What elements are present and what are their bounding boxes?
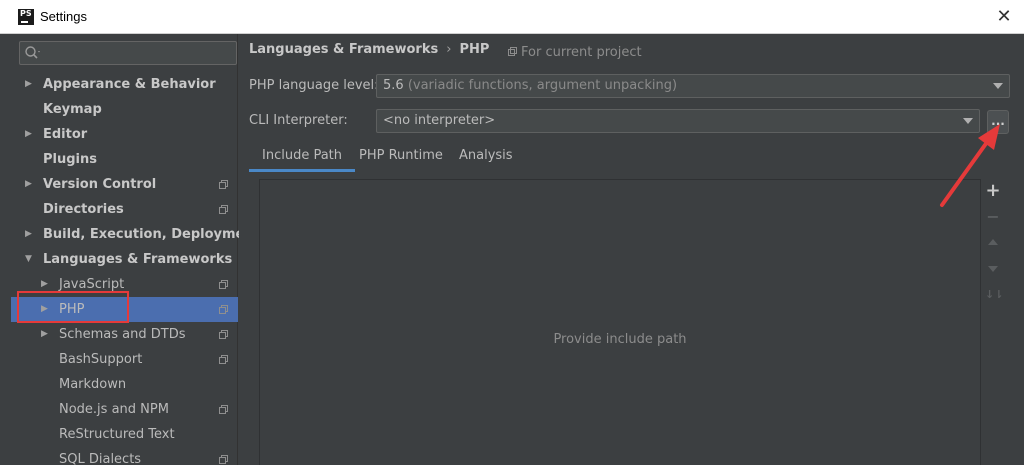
project-scope-icon (219, 205, 228, 214)
sidebar-item-label: BashSupport (59, 352, 143, 367)
sidebar-item-build-execution-deployment[interactable]: ▶ Build, Execution, Deployment (11, 222, 260, 247)
phpstorm-app-icon: PS (18, 9, 34, 25)
sidebar-item-label: Schemas and DTDs (59, 327, 186, 342)
project-scope-icon (219, 330, 228, 339)
sidebar-item-label: JavaScript (59, 277, 125, 292)
sidebar-item-javascript[interactable]: ▶ JavaScript (11, 272, 238, 297)
browse-interpreter-button[interactable]: ... (987, 110, 1009, 134)
sidebar-item-version-control[interactable]: ▶ Version Control (11, 172, 238, 197)
sidebar-item-label: Markdown (59, 377, 127, 392)
sidebar-item-sql-dialects[interactable]: SQL Dialects (11, 447, 238, 465)
breadcrumb-current: PHP (459, 42, 490, 57)
sidebar-item-directories[interactable]: Directories (11, 197, 238, 222)
collapsed-arrow-icon[interactable]: ▶ (25, 172, 37, 197)
tab-include-path[interactable]: Include Path (249, 144, 356, 172)
sidebar-item-schemas-and-dtds[interactable]: ▶ Schemas and DTDs (11, 322, 238, 347)
sidebar-item-appearance-behavior[interactable]: ▶ Appearance & Behavior (11, 72, 238, 97)
sidebar-item-label: Version Control (43, 177, 157, 192)
project-scope-icon (219, 280, 228, 289)
php-version-description: (variadic functions, argument unpacking) (407, 78, 678, 93)
sidebar-item-label: Keymap (43, 102, 102, 117)
project-scope-icon (219, 455, 228, 464)
sidebar-item-label: Directories (43, 202, 124, 217)
sidebar-item-php[interactable]: ▶ PHP (11, 297, 238, 322)
cli-interpreter-dropdown[interactable]: <no interpreter> (376, 109, 980, 133)
sidebar-item-restructured-text[interactable]: ReStructured Text (11, 422, 238, 447)
expanded-arrow-icon[interactable]: ▼ (25, 247, 37, 272)
sidebar-item-label: ReStructured Text (59, 427, 175, 442)
sidebar-item-label: Appearance & Behavior (43, 77, 216, 92)
sidebar-item-plugins[interactable]: Plugins (11, 147, 238, 172)
include-path-empty-text: Provide include path (553, 332, 687, 347)
sidebar-item-bashsupport[interactable]: BashSupport (11, 347, 238, 372)
cli-interpreter-label: CLI Interpreter: (249, 113, 348, 128)
tab-php-runtime[interactable]: PHP Runtime (346, 144, 456, 172)
collapsed-arrow-icon[interactable]: ▶ (25, 72, 37, 97)
project-scope-icon (219, 180, 228, 189)
breadcrumb-separator: › (446, 42, 452, 57)
tab-analysis[interactable]: Analysis (446, 144, 526, 172)
plus-icon[interactable]: + (985, 182, 1001, 200)
sidebar-item-node-js-and-npm[interactable]: Node.js and NPM (11, 397, 238, 422)
php-version: 5.6 (383, 78, 404, 93)
move-up-icon[interactable] (985, 235, 1001, 251)
sidebar-item-label: SQL Dialects (59, 452, 142, 465)
php-language-level-value: 5.6 (variadic functions, argument unpack… (383, 78, 677, 93)
project-scope-icon (508, 47, 517, 56)
minus-icon[interactable]: − (985, 209, 1001, 225)
sort-icon[interactable]: ↓⇂ (985, 287, 1003, 303)
sidebar-item-editor[interactable]: ▶ Editor (11, 122, 238, 147)
php-language-level-label: PHP language level: (249, 78, 379, 93)
collapsed-arrow-icon[interactable]: ▶ (25, 222, 37, 247)
sidebar-item-label: Build, Execution, Deployment (43, 227, 260, 242)
for-current-project-note: For current project (508, 45, 642, 60)
search-icon (24, 45, 44, 61)
settings-tree: ▶ Appearance & Behavior Keymap ▶ Editor Plugi… (11, 72, 260, 465)
move-down-icon[interactable] (985, 261, 1001, 277)
window-titlebar: PS Settings ✕ (0, 0, 1024, 34)
for-current-project-label: For current project (521, 45, 642, 60)
php-language-level-dropdown[interactable]: 5.6 (variadic functions, argument unpack… (376, 74, 1010, 98)
sidebar-item-label: Languages & Frameworks (43, 252, 233, 267)
chevron-down-icon (993, 83, 1003, 89)
settings-sidebar: ▶ Appearance & Behavior Keymap ▶ Editor Plugi… (11, 34, 260, 465)
sidebar-item-label: PHP (59, 302, 85, 317)
php-settings-panel: Languages & Frameworks › PHP For current p… (239, 34, 1024, 465)
chevron-down-icon (963, 118, 973, 124)
project-scope-icon (219, 355, 228, 364)
settings-search-input[interactable] (46, 44, 232, 62)
project-scope-icon (219, 405, 228, 414)
collapsed-arrow-icon[interactable]: ▶ (41, 297, 53, 322)
settings-search-box[interactable] (19, 41, 237, 65)
sidebar-item-label: Plugins (43, 152, 97, 167)
sidebar-item-label: Editor (43, 127, 88, 142)
breadcrumb: Languages & Frameworks › PHP (249, 42, 489, 57)
window-title: Settings (40, 9, 87, 24)
sidebar-item-label: Node.js and NPM (59, 402, 169, 417)
sidebar-item-markdown[interactable]: Markdown (11, 372, 238, 397)
close-window-button[interactable]: ✕ (992, 5, 1016, 29)
cli-interpreter-value: <no interpreter> (383, 113, 496, 128)
project-scope-icon (219, 305, 228, 314)
collapsed-arrow-icon[interactable]: ▶ (41, 322, 53, 347)
sidebar-item-keymap[interactable]: Keymap (11, 97, 238, 122)
include-path-list[interactable]: Provide include path (259, 179, 981, 465)
collapsed-arrow-icon[interactable]: ▶ (41, 272, 53, 297)
collapsed-arrow-icon[interactable]: ▶ (25, 122, 37, 147)
include-path-toolbar: + − ↓⇂ (980, 179, 1006, 465)
sidebar-item-languages-frameworks[interactable]: ▼ Languages & Frameworks (11, 247, 238, 272)
breadcrumb-parent: Languages & Frameworks (249, 42, 439, 57)
